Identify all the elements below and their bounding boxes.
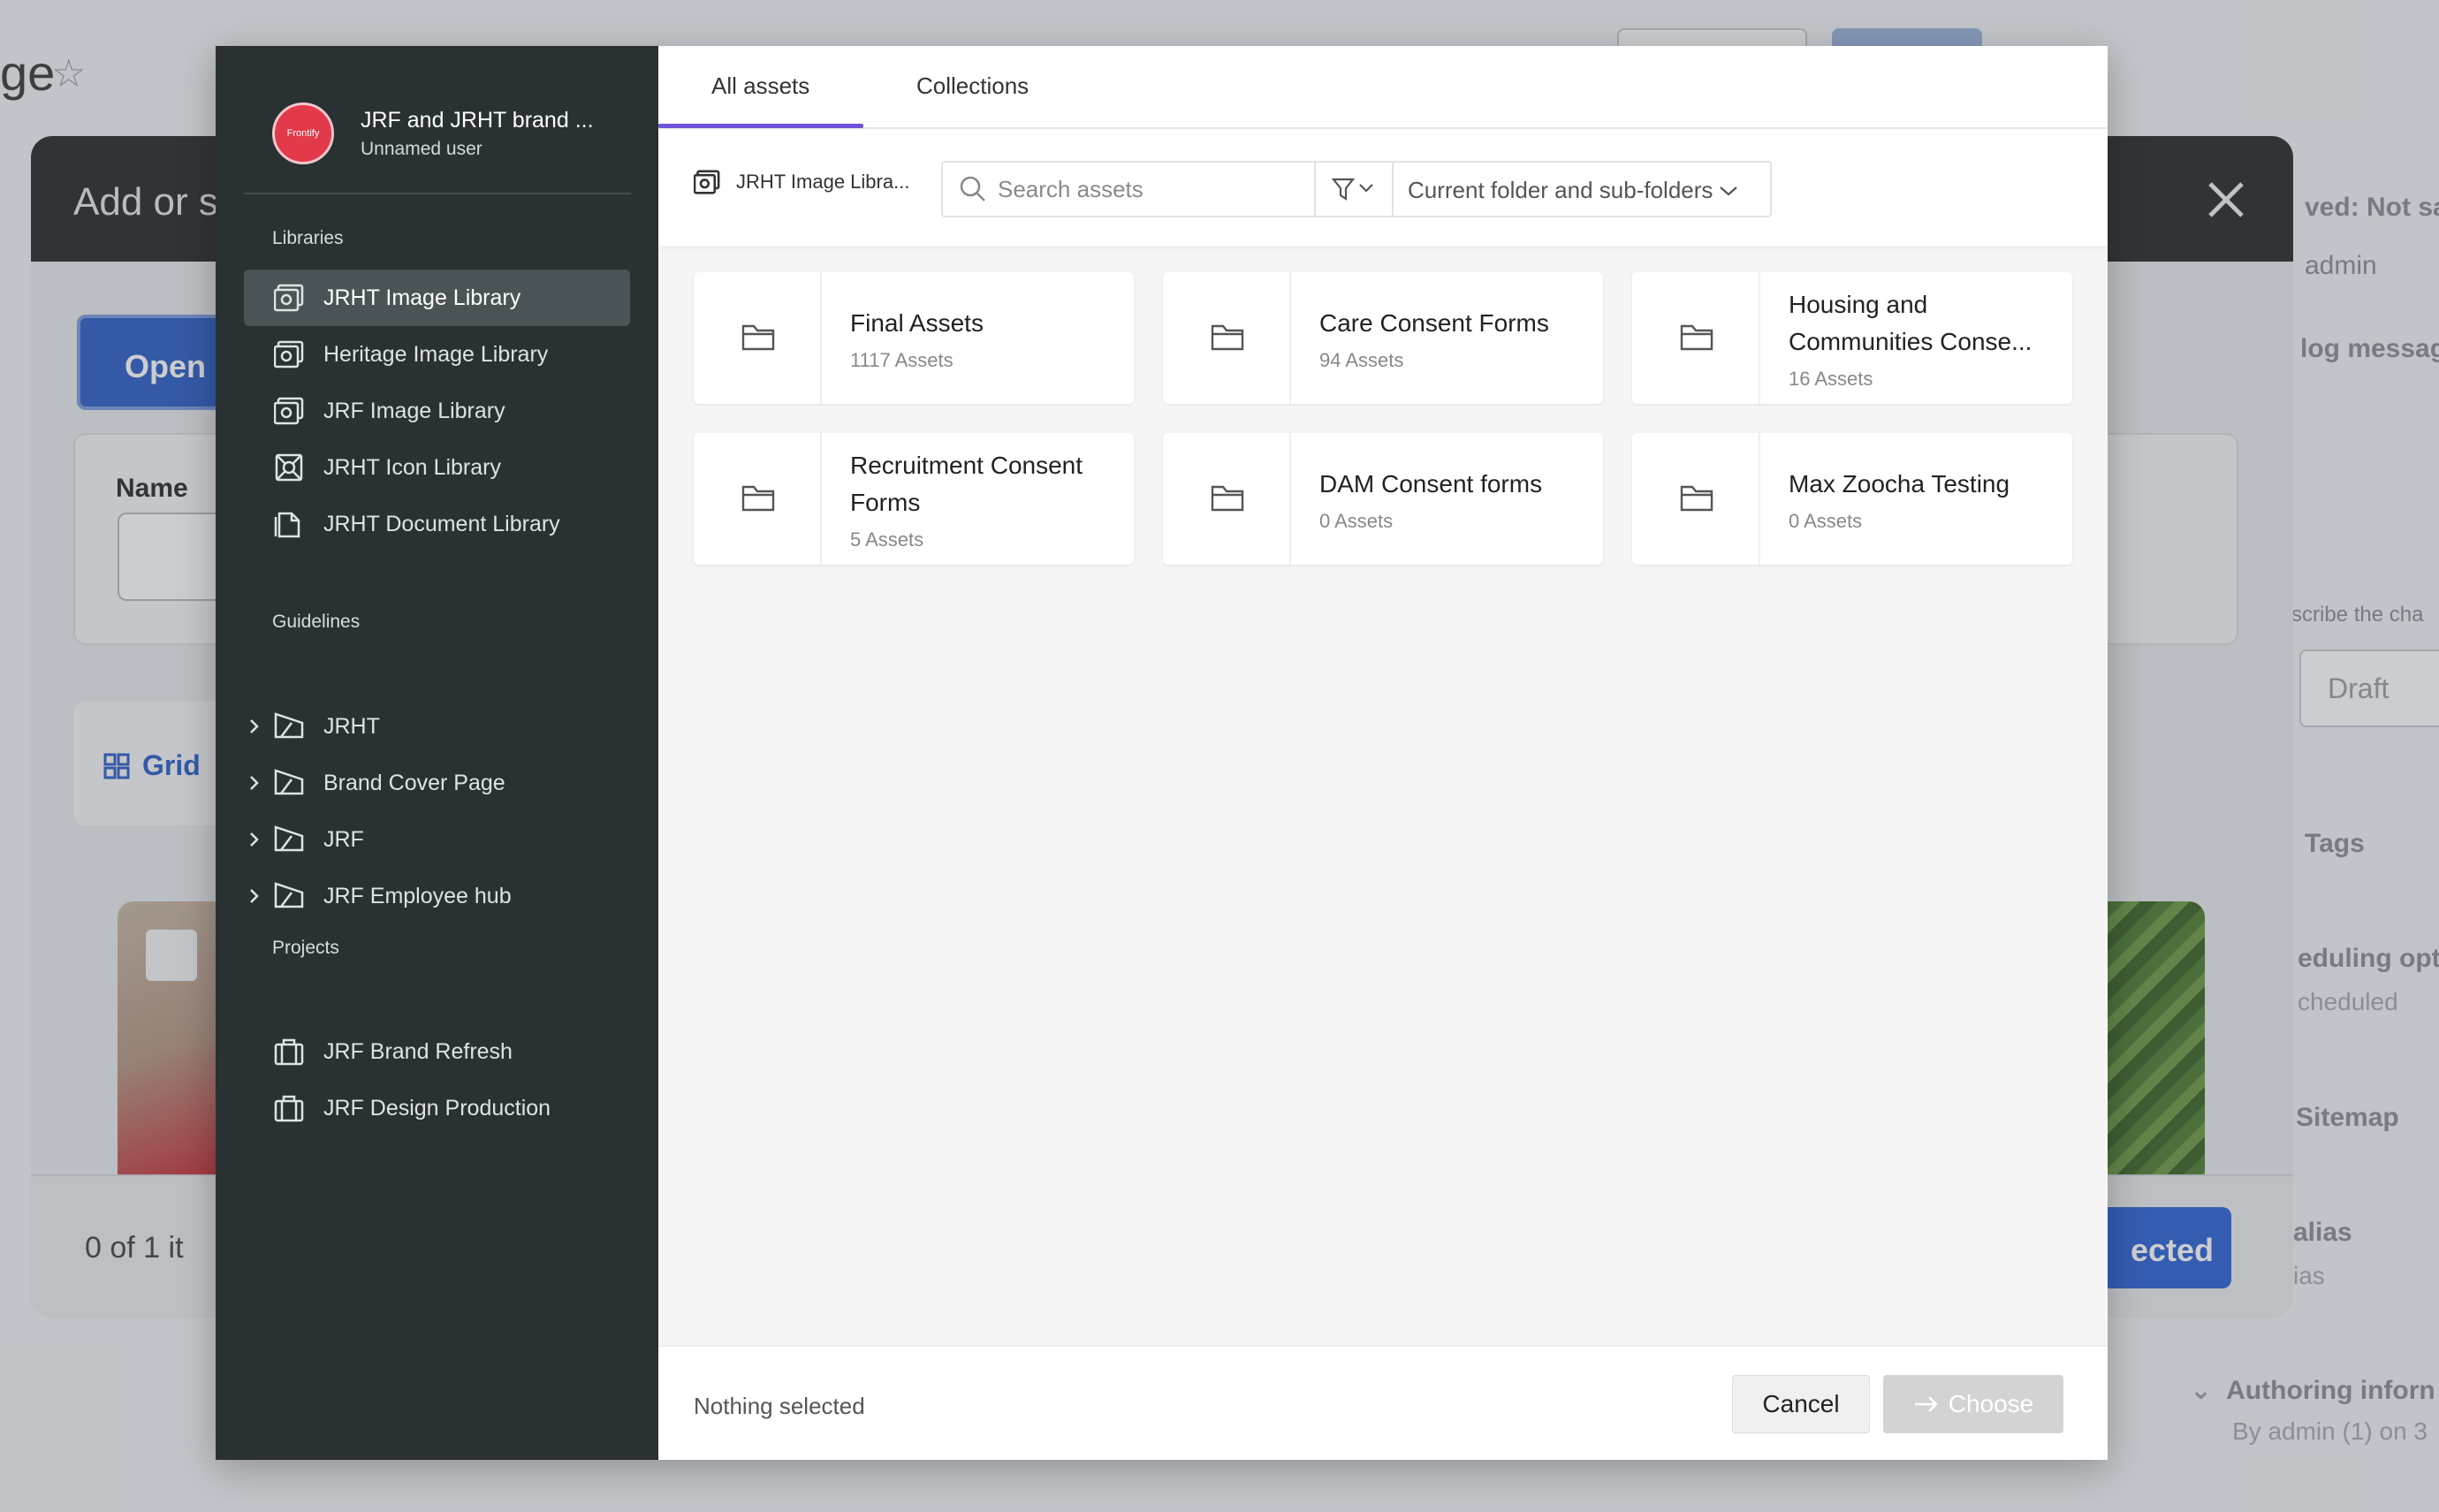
folder-icon bbox=[1211, 324, 1244, 351]
image-library-icon bbox=[274, 397, 304, 425]
image-library-icon bbox=[694, 170, 720, 194]
image-library-icon bbox=[274, 284, 304, 312]
asset-chooser-dialog: Frontify JRF and JRHT brand ... Unnamed … bbox=[216, 46, 2108, 1460]
sidebar-item-label: JRF bbox=[323, 827, 364, 852]
sidebar-item-guideline-jrf-employee-hub[interactable]: JRF Employee hub bbox=[244, 868, 630, 924]
sidebar-item-label: JRHT bbox=[323, 714, 380, 739]
guideline-icon bbox=[274, 712, 304, 739]
main-content: All assets Collections JRHT Image Libra.… bbox=[658, 46, 2108, 1460]
project-icon bbox=[274, 1038, 304, 1066]
folder-asset-count: 1117 Assets bbox=[850, 348, 954, 371]
user-name: Unnamed user bbox=[361, 138, 482, 159]
dialog-footer: Nothing selected Cancel Choose bbox=[658, 1345, 2108, 1460]
folder-asset-count: 0 Assets bbox=[1319, 509, 1394, 532]
tab-bar: All assets Collections bbox=[658, 46, 2108, 129]
scope-dropdown[interactable]: Current folder and sub-folders bbox=[1408, 177, 1739, 204]
chevron-right-icon[interactable] bbox=[247, 828, 262, 851]
guidelines-heading: Guidelines bbox=[272, 612, 361, 632]
guideline-icon bbox=[274, 769, 304, 795]
folder-name: DAM Consent forms bbox=[1319, 469, 1543, 498]
filter-button[interactable] bbox=[1314, 163, 1394, 216]
tab-collections[interactable]: Collections bbox=[916, 72, 1029, 100]
folder-icon bbox=[741, 485, 775, 512]
sidebar-item-guideline-jrf[interactable]: JRF bbox=[244, 811, 630, 868]
sidebar-item-heritage-image-library[interactable]: Heritage Image Library bbox=[244, 326, 630, 383]
brand-logo: Frontify bbox=[272, 103, 334, 164]
library-selector[interactable]: JRHT Image Libra... bbox=[694, 170, 909, 194]
search-bar: Current folder and sub-folders bbox=[941, 161, 1772, 217]
folder-name: Final Assets bbox=[850, 308, 984, 337]
sidebar-item-jrht-image-library[interactable]: JRHT Image Library bbox=[244, 270, 630, 326]
chevron-down-icon bbox=[1720, 186, 1738, 195]
folder-card[interactable]: Final Assets 1117 Assets bbox=[694, 272, 1134, 404]
sidebar-item-guideline-brand-cover-page[interactable]: Brand Cover Page bbox=[244, 755, 630, 811]
tab-all-assets[interactable]: All assets bbox=[711, 72, 809, 100]
folder-name: Recruitment Consent Forms bbox=[850, 451, 1083, 516]
selection-status: Nothing selected bbox=[694, 1393, 865, 1419]
sidebar-item-label: JRF Brand Refresh bbox=[323, 1039, 513, 1064]
library-selector-label: JRHT Image Libra... bbox=[736, 171, 910, 193]
sidebar-item-label: Brand Cover Page bbox=[323, 771, 505, 795]
folder-card[interactable]: Max Zoocha Testing 0 Assets bbox=[1632, 433, 2072, 565]
search-icon bbox=[960, 176, 985, 201]
folder-grid: Final Assets 1117 Assets Care Consent For… bbox=[694, 272, 2072, 565]
folder-icon bbox=[1680, 324, 1713, 351]
guideline-icon bbox=[274, 825, 304, 852]
sidebar-item-label: JRF Image Library bbox=[323, 399, 505, 423]
icon-library-icon bbox=[275, 453, 303, 482]
sidebar: Frontify JRF and JRHT brand ... Unnamed … bbox=[216, 46, 658, 1460]
choose-button-label: Choose bbox=[1948, 1390, 2034, 1417]
sidebar-item-guideline-jrht[interactable]: JRHT bbox=[244, 698, 630, 755]
sidebar-item-label: Heritage Image Library bbox=[323, 342, 549, 367]
divider bbox=[244, 193, 631, 194]
folder-card[interactable]: Recruitment Consent Forms 5 Assets bbox=[694, 433, 1134, 565]
folder-name: Housing and Communities Conse... bbox=[1789, 290, 2032, 355]
libraries-heading: Libraries bbox=[272, 228, 344, 248]
sidebar-item-label: JRF Employee hub bbox=[323, 884, 512, 908]
arrow-right-icon bbox=[1914, 1396, 1938, 1412]
folder-asset-count: 16 Assets bbox=[1789, 367, 1873, 390]
search-input[interactable] bbox=[998, 171, 1316, 207]
sidebar-item-jrht-icon-library[interactable]: JRHT Icon Library bbox=[244, 439, 630, 496]
sidebar-item-label: JRHT Document Library bbox=[323, 512, 560, 536]
filter-icon bbox=[1331, 178, 1373, 201]
chevron-right-icon[interactable] bbox=[247, 715, 262, 738]
active-tab-indicator bbox=[658, 124, 863, 128]
image-library-icon bbox=[274, 340, 304, 369]
cancel-button[interactable]: Cancel bbox=[1732, 1375, 1870, 1433]
guideline-icon bbox=[274, 882, 304, 908]
sidebar-item-jrf-image-library[interactable]: JRF Image Library bbox=[244, 383, 630, 439]
scope-dropdown-value: Current folder and sub-folders bbox=[1408, 177, 1713, 203]
choose-button[interactable]: Choose bbox=[1883, 1375, 2063, 1433]
project-icon bbox=[274, 1095, 304, 1122]
folder-card[interactable]: DAM Consent forms 0 Assets bbox=[1163, 433, 1603, 565]
folder-icon bbox=[1211, 485, 1244, 512]
folder-name: Care Consent Forms bbox=[1319, 308, 1549, 337]
folder-asset-count: 0 Assets bbox=[1789, 509, 1863, 532]
chevron-right-icon[interactable] bbox=[247, 885, 262, 908]
folder-card[interactable]: Care Consent Forms 94 Assets bbox=[1163, 272, 1603, 404]
sidebar-item-label: JRF Design Production bbox=[323, 1096, 551, 1121]
document-library-icon bbox=[274, 512, 300, 538]
folder-name: Max Zoocha Testing bbox=[1789, 469, 2010, 498]
toolbar: JRHT Image Libra... Current folder and s… bbox=[658, 129, 2108, 246]
folder-asset-count: 94 Assets bbox=[1319, 348, 1404, 371]
chevron-right-icon[interactable] bbox=[247, 771, 262, 794]
sidebar-item-project-jrf-design-production[interactable]: JRF Design Production bbox=[244, 1080, 630, 1136]
brand-header: Frontify JRF and JRHT brand ... Unnamed … bbox=[272, 103, 594, 164]
sidebar-item-label: JRHT Icon Library bbox=[323, 455, 501, 480]
folder-icon bbox=[1680, 485, 1713, 512]
folder-icon bbox=[741, 324, 775, 351]
sidebar-item-jrht-document-library[interactable]: JRHT Document Library bbox=[244, 496, 630, 552]
folder-card[interactable]: Housing and Communities Conse... 16 Asset… bbox=[1632, 272, 2072, 404]
brand-name: JRF and JRHT brand ... bbox=[361, 107, 594, 133]
folder-asset-count: 5 Assets bbox=[850, 528, 924, 551]
sidebar-item-label: JRHT Image Library bbox=[323, 285, 521, 310]
projects-heading: Projects bbox=[272, 938, 339, 958]
sidebar-item-project-jrf-brand-refresh[interactable]: JRF Brand Refresh bbox=[244, 1023, 630, 1080]
